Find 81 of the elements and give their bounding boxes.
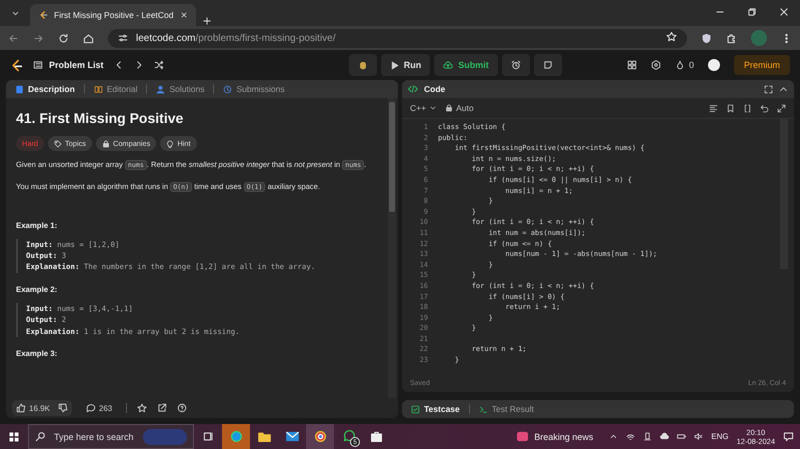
panel-tab[interactable]: Description (12, 84, 78, 94)
home-icon[interactable] (83, 32, 94, 44)
person-icon (156, 84, 166, 94)
scrollbar[interactable] (388, 98, 396, 398)
share-icon[interactable] (157, 403, 168, 413)
checkbox-icon (411, 404, 420, 414)
comment-icon (86, 403, 96, 413)
bookmark-icon[interactable] (726, 104, 735, 112)
problem-title: 41. First Missing Positive (16, 110, 184, 126)
close-icon[interactable] (180, 11, 188, 19)
submit-button[interactable]: Submit (434, 54, 498, 76)
extensions-icon[interactable] (726, 32, 737, 44)
network-icon[interactable] (626, 432, 636, 441)
clock-icon (223, 84, 232, 94)
user-avatar[interactable] (708, 59, 720, 71)
panel-tab[interactable]: Solutions (153, 84, 208, 94)
timer-button[interactable] (502, 54, 530, 76)
chevron-up-icon[interactable] (609, 432, 618, 441)
grid-icon[interactable] (626, 60, 637, 70)
format-icon[interactable] (709, 104, 718, 112)
panel-tab[interactable]: Test Result (476, 404, 537, 414)
battery-icon[interactable] (677, 432, 686, 441)
plus-icon[interactable] (202, 16, 212, 26)
lock-icon (102, 140, 110, 148)
address-bar[interactable]: leetcode.com/problems/first-missing-positive/ (108, 28, 687, 48)
debug-button[interactable] (348, 54, 377, 76)
lock-icon (445, 104, 454, 112)
notification-icon[interactable] (783, 431, 794, 442)
panel-tab[interactable]: Editorial (90, 84, 140, 94)
help-icon[interactable] (177, 403, 188, 413)
lightbulb-icon (166, 140, 174, 148)
site-settings-icon[interactable] (118, 33, 128, 43)
folder-icon (258, 430, 270, 443)
cloud-icon[interactable] (660, 432, 670, 441)
list-icon (33, 60, 43, 70)
panel-title: Code (424, 84, 446, 94)
cloud-upload-icon (443, 60, 454, 70)
chevron-down-icon (429, 104, 438, 112)
shield-icon[interactable] (701, 32, 712, 44)
search-icon (35, 431, 46, 442)
taskbar-search-field[interactable]: Type here to search (28, 424, 194, 449)
back-icon[interactable] (8, 32, 19, 44)
device-icon[interactable] (643, 432, 652, 441)
expand-icon[interactable] (777, 104, 786, 112)
language-dropdown[interactable]: C++ (410, 103, 438, 113)
thumbs-down-icon (58, 403, 68, 413)
run-button[interactable]: Run (380, 54, 430, 76)
taskbar-app[interactable] (306, 424, 334, 449)
braces-icon[interactable] (743, 104, 752, 112)
panel-tab[interactable]: Testcase (408, 404, 463, 414)
star-icon[interactable] (666, 31, 677, 42)
speaker-muted-icon[interactable] (694, 432, 704, 441)
play-icon (390, 60, 399, 70)
auto-mode-toggle[interactable]: Auto (445, 103, 474, 113)
problem-list-button[interactable]: Problem List (33, 60, 104, 70)
settings-icon[interactable] (650, 60, 661, 70)
undo-icon[interactable] (760, 104, 769, 112)
chevron-up-icon[interactable] (779, 84, 788, 94)
language-indicator[interactable]: ENG (711, 432, 729, 441)
streak-counter[interactable]: 0 (674, 60, 694, 70)
code-icon (408, 84, 418, 94)
news-widget[interactable]: Breaking news (516, 430, 594, 443)
mail-icon (286, 430, 298, 443)
fullscreen-icon[interactable] (764, 84, 773, 94)
forward-icon[interactable] (33, 32, 44, 44)
premium-button[interactable]: Premium (734, 55, 790, 75)
panel-tab[interactable]: Submissions (220, 84, 288, 94)
star-icon[interactable] (137, 403, 148, 413)
reload-icon[interactable] (58, 32, 69, 44)
browser-tab[interactable]: First Missing Positive - LeetCod (30, 4, 196, 26)
thumbs-up-icon (16, 403, 26, 413)
comments-button[interactable]: 263 (82, 403, 116, 413)
chat-icon (342, 430, 354, 443)
tag-icon (54, 140, 62, 148)
alarm-clock-icon (510, 60, 521, 70)
shuffle-icon[interactable] (154, 60, 164, 70)
task-view-icon (202, 431, 214, 442)
note-icon (542, 60, 553, 70)
windows-logo-icon[interactable] (8, 430, 20, 442)
terminal-icon (478, 404, 488, 414)
notes-button[interactable] (534, 54, 562, 76)
